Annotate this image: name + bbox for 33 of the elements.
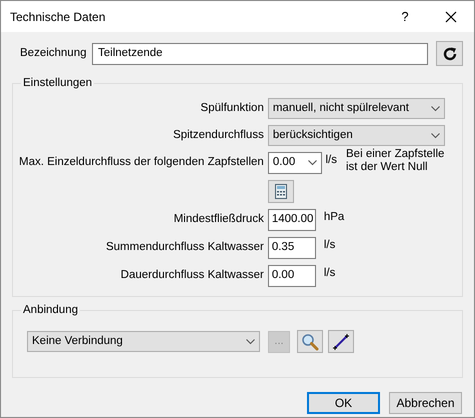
dropdown-select[interactable]: manuell, nicht spülrelevant	[268, 98, 445, 119]
window-title: Technische Daten	[10, 8, 106, 26]
group-title: Einstellungen	[21, 76, 94, 90]
dialog-button[interactable]: OK	[307, 392, 380, 414]
search-icon[interactable]	[297, 330, 323, 353]
field-label: Bezeichnung	[20, 46, 88, 61]
hint-text: Bei einer Zapfstelle ist der Wert Null	[346, 148, 446, 174]
value-field[interactable]: 1400.00	[268, 209, 316, 231]
refresh-icon[interactable]	[436, 41, 463, 66]
value-combo[interactable]: 0.00	[268, 152, 322, 174]
unit-label: l/s	[326, 153, 337, 168]
field-label: Dauerdurchfluss Kaltwasser	[120, 268, 264, 284]
field-label: Mindestfließdruck	[172, 212, 264, 228]
caret-icon	[430, 132, 440, 138]
field-label: Max. Einzeldurchfluss der folgenden Zapfstellen	[19, 155, 264, 170]
field-label: Spülfunktion	[200, 100, 264, 116]
dialog-button[interactable]: Abbrechen	[389, 392, 462, 414]
caret-icon	[430, 106, 440, 112]
caret-icon	[246, 338, 255, 344]
calculator-icon[interactable]	[268, 180, 294, 203]
unit-label: hPa	[324, 210, 344, 225]
connection-select[interactable]: Keine Verbindung	[27, 331, 260, 352]
unit-label: l/s	[324, 238, 336, 253]
caret-icon	[308, 160, 316, 166]
help-button[interactable]: ?	[382, 6, 428, 26]
field-label: Summendurchfluss Kaltwasser	[104, 240, 264, 256]
field-label: Spitzendurchfluss	[172, 128, 264, 143]
name-field[interactable]: Teilnetzende	[92, 42, 428, 64]
dropdown-select[interactable]: berücksichtigen	[268, 125, 445, 146]
unit-label: l/s	[324, 266, 336, 281]
value-field[interactable]: 0.35	[268, 237, 316, 259]
value-field[interactable]: 0.00	[268, 265, 316, 287]
group-title: Anbindung	[21, 303, 80, 317]
